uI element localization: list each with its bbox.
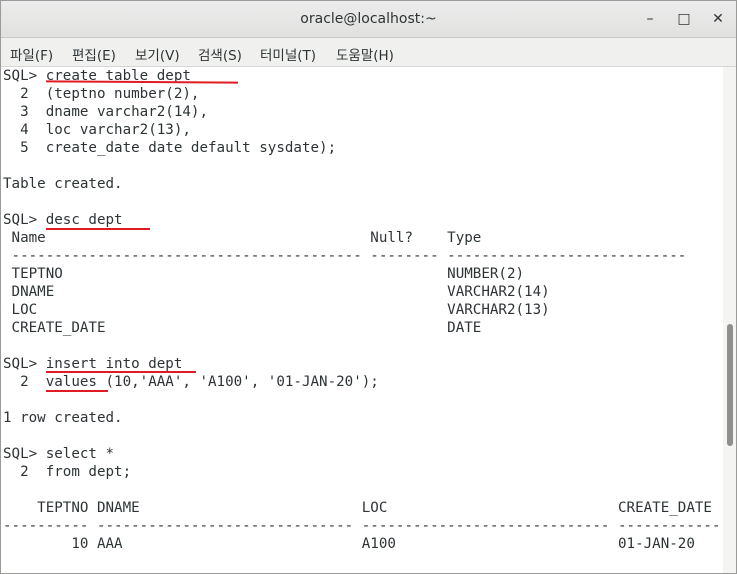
- menu-file[interactable]: 파일(F): [10, 44, 53, 64]
- menu-help[interactable]: 도움말(H): [336, 44, 394, 64]
- terminal-line: 2 from dept;: [3, 464, 132, 480]
- terminal-line: SQL> desc dept: [3, 212, 123, 228]
- menu-edit[interactable]: 편집(E): [72, 44, 116, 64]
- terminal-line: 1 row created.: [3, 410, 123, 426]
- terminal-line: 2 values (10,'AAA', 'A100', '01-JAN-20')…: [3, 374, 379, 390]
- minimize-icon[interactable]: –: [641, 10, 659, 28]
- terminal-line: 3 dname varchar2(14),: [3, 104, 208, 120]
- maximize-icon[interactable]: □: [675, 10, 693, 28]
- scrollbar-thumb[interactable]: [727, 324, 733, 446]
- terminal-line: Name Null? Type: [3, 230, 482, 246]
- terminal-line: TEPTNO NUMBER(2): [3, 266, 525, 282]
- title-bar[interactable]: oracle@localhost:~ – □ ✕: [1, 1, 736, 38]
- terminal-line: 2 (teptno number(2),: [3, 86, 200, 102]
- annotation-underline: [46, 371, 196, 373]
- terminal-line: ---------- -----------------------------…: [3, 518, 721, 534]
- terminal-window: oracle@localhost:~ – □ ✕ 파일(F) 편집(E) 보기(…: [0, 0, 737, 574]
- menu-search[interactable]: 검색(S): [198, 44, 242, 64]
- terminal-line: DNAME VARCHAR2(14): [3, 284, 550, 300]
- terminal-line: SQL> select *: [3, 446, 115, 462]
- menu-bar: 파일(F) 편집(E) 보기(V) 검색(S) 터미널(T) 도움말(H): [1, 38, 736, 67]
- menu-terminal[interactable]: 터미널(T): [260, 44, 316, 64]
- terminal-line: CREATE_DATE DATE: [3, 320, 482, 336]
- scrollbar-track[interactable]: [723, 67, 736, 573]
- terminal-line: ----------------------------------------…: [3, 248, 687, 264]
- terminal-line: 5 create_date date default sysdate);: [3, 140, 337, 156]
- window-title: oracle@localhost:~: [300, 11, 437, 27]
- close-icon[interactable]: ✕: [709, 10, 727, 28]
- terminal-line: 4 loc varchar2(13),: [3, 122, 191, 138]
- terminal-line: Table created.: [3, 176, 123, 192]
- terminal-line: 10 AAA A100 01-JAN-20: [3, 536, 695, 552]
- terminal-line: TEPTNO DNAME LOC CREATE_DATE: [3, 500, 712, 516]
- annotation-underline: [46, 390, 108, 392]
- terminal-output[interactable]: SQL> create table dept 2 (teptno number(…: [1, 67, 723, 573]
- terminal-line: LOC VARCHAR2(13): [3, 302, 550, 318]
- annotation-underline: [46, 228, 150, 230]
- menu-view[interactable]: 보기(V): [135, 44, 180, 64]
